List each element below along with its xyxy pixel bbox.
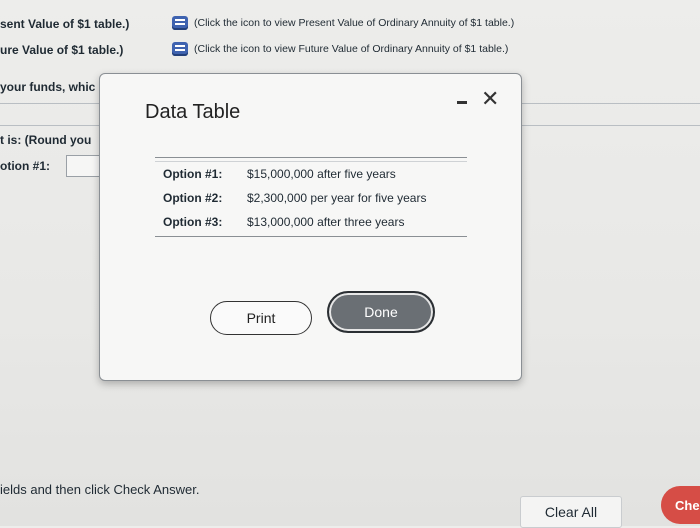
table-row: Option #3: $13,000,000 after three years <box>155 210 467 234</box>
round-instruction-fragment: t is: (Round you <box>0 133 92 147</box>
table-book-icon[interactable] <box>172 16 188 30</box>
fv-annuity-reference-text: (Click the icon to view Future Value of … <box>194 43 509 55</box>
fv-annuity-reference[interactable]: (Click the icon to view Future Value of … <box>172 42 508 56</box>
print-button[interactable]: Print <box>210 301 312 335</box>
table-row: Option #1: $15,000,000 after five years <box>155 162 467 186</box>
option-1-answer-input[interactable] <box>66 155 102 177</box>
clear-all-button[interactable]: Clear All <box>520 496 622 528</box>
dialog-title: Data Table <box>145 101 241 123</box>
close-icon[interactable]: ✕ <box>481 88 499 110</box>
question-text-fragment: your funds, whic <box>0 80 96 94</box>
pv-annuity-reference[interactable]: (Click the icon to view Present Value of… <box>172 16 514 30</box>
table-row: Option #2: $2,300,000 per year for five … <box>155 186 467 210</box>
table-border-top <box>155 157 467 158</box>
instruction-text: ields and then click Check Answer. <box>0 482 200 497</box>
options-table: Option #1: $15,000,000 after five years … <box>155 157 467 237</box>
check-answer-button[interactable]: Che <box>661 486 700 524</box>
option-value: $2,300,000 per year for five years <box>247 191 427 205</box>
pv-annuity-reference-text: (Click the icon to view Present Value of… <box>194 17 515 29</box>
option-label: Option #3: <box>163 215 223 229</box>
table-book-icon[interactable] <box>172 42 188 56</box>
done-button[interactable]: Done <box>327 291 435 333</box>
option-value: $15,000,000 after five years <box>247 167 396 181</box>
option-label: Option #2: <box>163 191 223 205</box>
minimize-icon[interactable] <box>457 101 467 104</box>
data-table-dialog: Data Table ✕ Option #1: $15,000,000 afte… <box>99 73 522 381</box>
option-label: Option #1: <box>163 167 223 181</box>
table-border-bottom <box>155 236 467 237</box>
option-1-label-fragment: otion #1: <box>0 159 50 173</box>
option-value: $13,000,000 after three years <box>247 215 405 229</box>
present-value-table-label: sent Value of $1 table.) <box>0 17 130 31</box>
future-value-table-label: ure Value of $1 table.) <box>0 43 124 57</box>
